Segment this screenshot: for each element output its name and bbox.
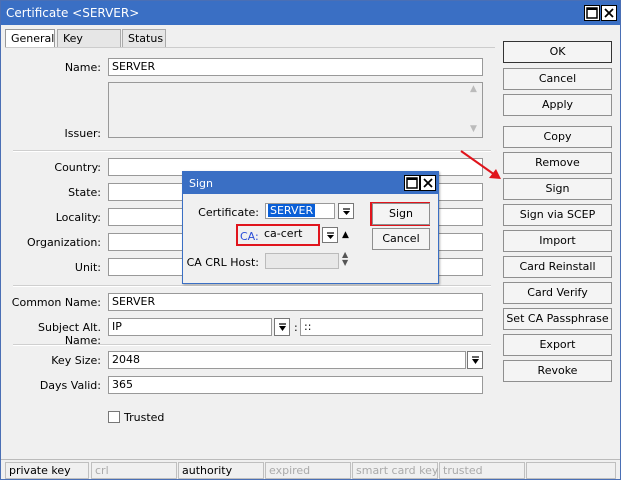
key-size-label: Key Size: <box>51 354 101 367</box>
name-field[interactable]: SERVER <box>108 58 483 76</box>
ok-button[interactable]: OK <box>503 41 612 63</box>
sign-dialog-title: Sign <box>189 177 213 190</box>
certificate-window: Certificate <SERVER> General Key Usage S… <box>0 0 621 480</box>
up-down-icon[interactable]: ▲ ▼ <box>342 251 348 267</box>
status-bar: private key crl authority expired smart … <box>1 459 620 479</box>
name-label: Name: <box>64 61 101 74</box>
maximize-icon[interactable] <box>404 175 420 191</box>
trusted-label: Trusted <box>124 411 165 424</box>
status-smart-card-key: smart card key <box>352 462 438 479</box>
chevron-down-icon[interactable] <box>467 351 483 369</box>
scroll-up-icon[interactable]: ▲ <box>470 84 477 94</box>
dialog-cancel-button[interactable]: Cancel <box>372 228 430 250</box>
subject-alt-separator: : <box>294 321 298 334</box>
remove-button[interactable]: Remove <box>503 152 612 174</box>
status-private-key: private key <box>5 462 89 479</box>
status-empty <box>526 462 616 479</box>
card-reinstall-button[interactable]: Card Reinstall <box>503 256 612 278</box>
sign-dialog: Sign Certificate: SERVER CA: ca-cert ▲ C… <box>182 171 439 284</box>
locality-label: Locality: <box>55 211 101 224</box>
unit-label: Unit: <box>74 261 101 274</box>
divider <box>13 344 491 346</box>
arrow-annotation-icon <box>460 150 501 179</box>
revoke-button[interactable]: Revoke <box>503 360 612 382</box>
window-title: Certificate <SERVER> <box>6 6 140 20</box>
status-trusted: trusted <box>439 462 525 479</box>
import-button[interactable]: Import <box>503 230 612 252</box>
scroll-down-icon[interactable]: ▼ <box>470 124 477 134</box>
ca-select[interactable]: ca-cert <box>264 227 318 243</box>
status-authority: authority <box>178 462 264 479</box>
certificate-label: Certificate: <box>198 206 259 219</box>
tab-status[interactable]: Status <box>122 29 166 48</box>
window-titlebar[interactable]: Certificate <SERVER> <box>1 1 620 25</box>
chevron-down-icon[interactable] <box>274 318 290 336</box>
copy-button[interactable]: Copy <box>503 126 612 148</box>
common-name-label: Common Name: <box>11 296 101 309</box>
status-crl: crl <box>91 462 177 479</box>
apply-button[interactable]: Apply <box>503 94 612 116</box>
country-label: Country: <box>54 161 101 174</box>
sign-via-scep-button[interactable]: Sign via SCEP <box>503 204 612 226</box>
issuer-label: Issuer: <box>64 127 101 140</box>
days-valid-field[interactable]: 365 <box>108 376 483 394</box>
ca-label: CA: <box>240 230 259 243</box>
sign-dialog-titlebar[interactable]: Sign <box>183 172 438 194</box>
status-expired: expired <box>265 462 351 479</box>
state-label: State: <box>68 186 101 199</box>
divider <box>13 150 491 152</box>
chevron-down-icon[interactable] <box>322 227 338 243</box>
dialog-sign-button[interactable]: Sign <box>372 203 430 225</box>
maximize-icon[interactable] <box>584 5 600 21</box>
subject-alt-value-field[interactable]: :: <box>300 318 483 336</box>
tab-general[interactable]: General <box>5 29 55 49</box>
certificate-select[interactable]: SERVER <box>265 203 335 219</box>
move-up-icon[interactable]: ▲ <box>342 230 349 240</box>
certificate-value: SERVER <box>268 204 316 217</box>
organization-label: Organization: <box>26 236 101 249</box>
close-icon[interactable] <box>601 5 617 21</box>
common-name-field[interactable]: SERVER <box>108 293 483 311</box>
days-valid-label: Days Valid: <box>39 379 101 392</box>
close-icon[interactable] <box>420 175 436 191</box>
subject-alt-type-select[interactable]: IP <box>108 318 272 336</box>
divider <box>13 285 491 287</box>
key-size-select[interactable]: 2048 <box>108 351 466 369</box>
tab-key-usage[interactable]: Key Usage <box>57 29 121 58</box>
export-button[interactable]: Export <box>503 334 612 356</box>
set-ca-passphrase-button[interactable]: Set CA Passphrase <box>503 308 612 330</box>
card-verify-button[interactable]: Card Verify <box>503 282 612 304</box>
trusted-checkbox[interactable] <box>108 411 120 423</box>
chevron-down-icon[interactable] <box>338 203 354 219</box>
cancel-button[interactable]: Cancel <box>503 68 612 90</box>
ca-crl-host-label: CA CRL Host: <box>186 256 259 269</box>
issuer-field[interactable] <box>108 82 483 138</box>
ca-crl-host-field[interactable] <box>265 253 339 269</box>
sign-button[interactable]: Sign <box>503 178 612 200</box>
